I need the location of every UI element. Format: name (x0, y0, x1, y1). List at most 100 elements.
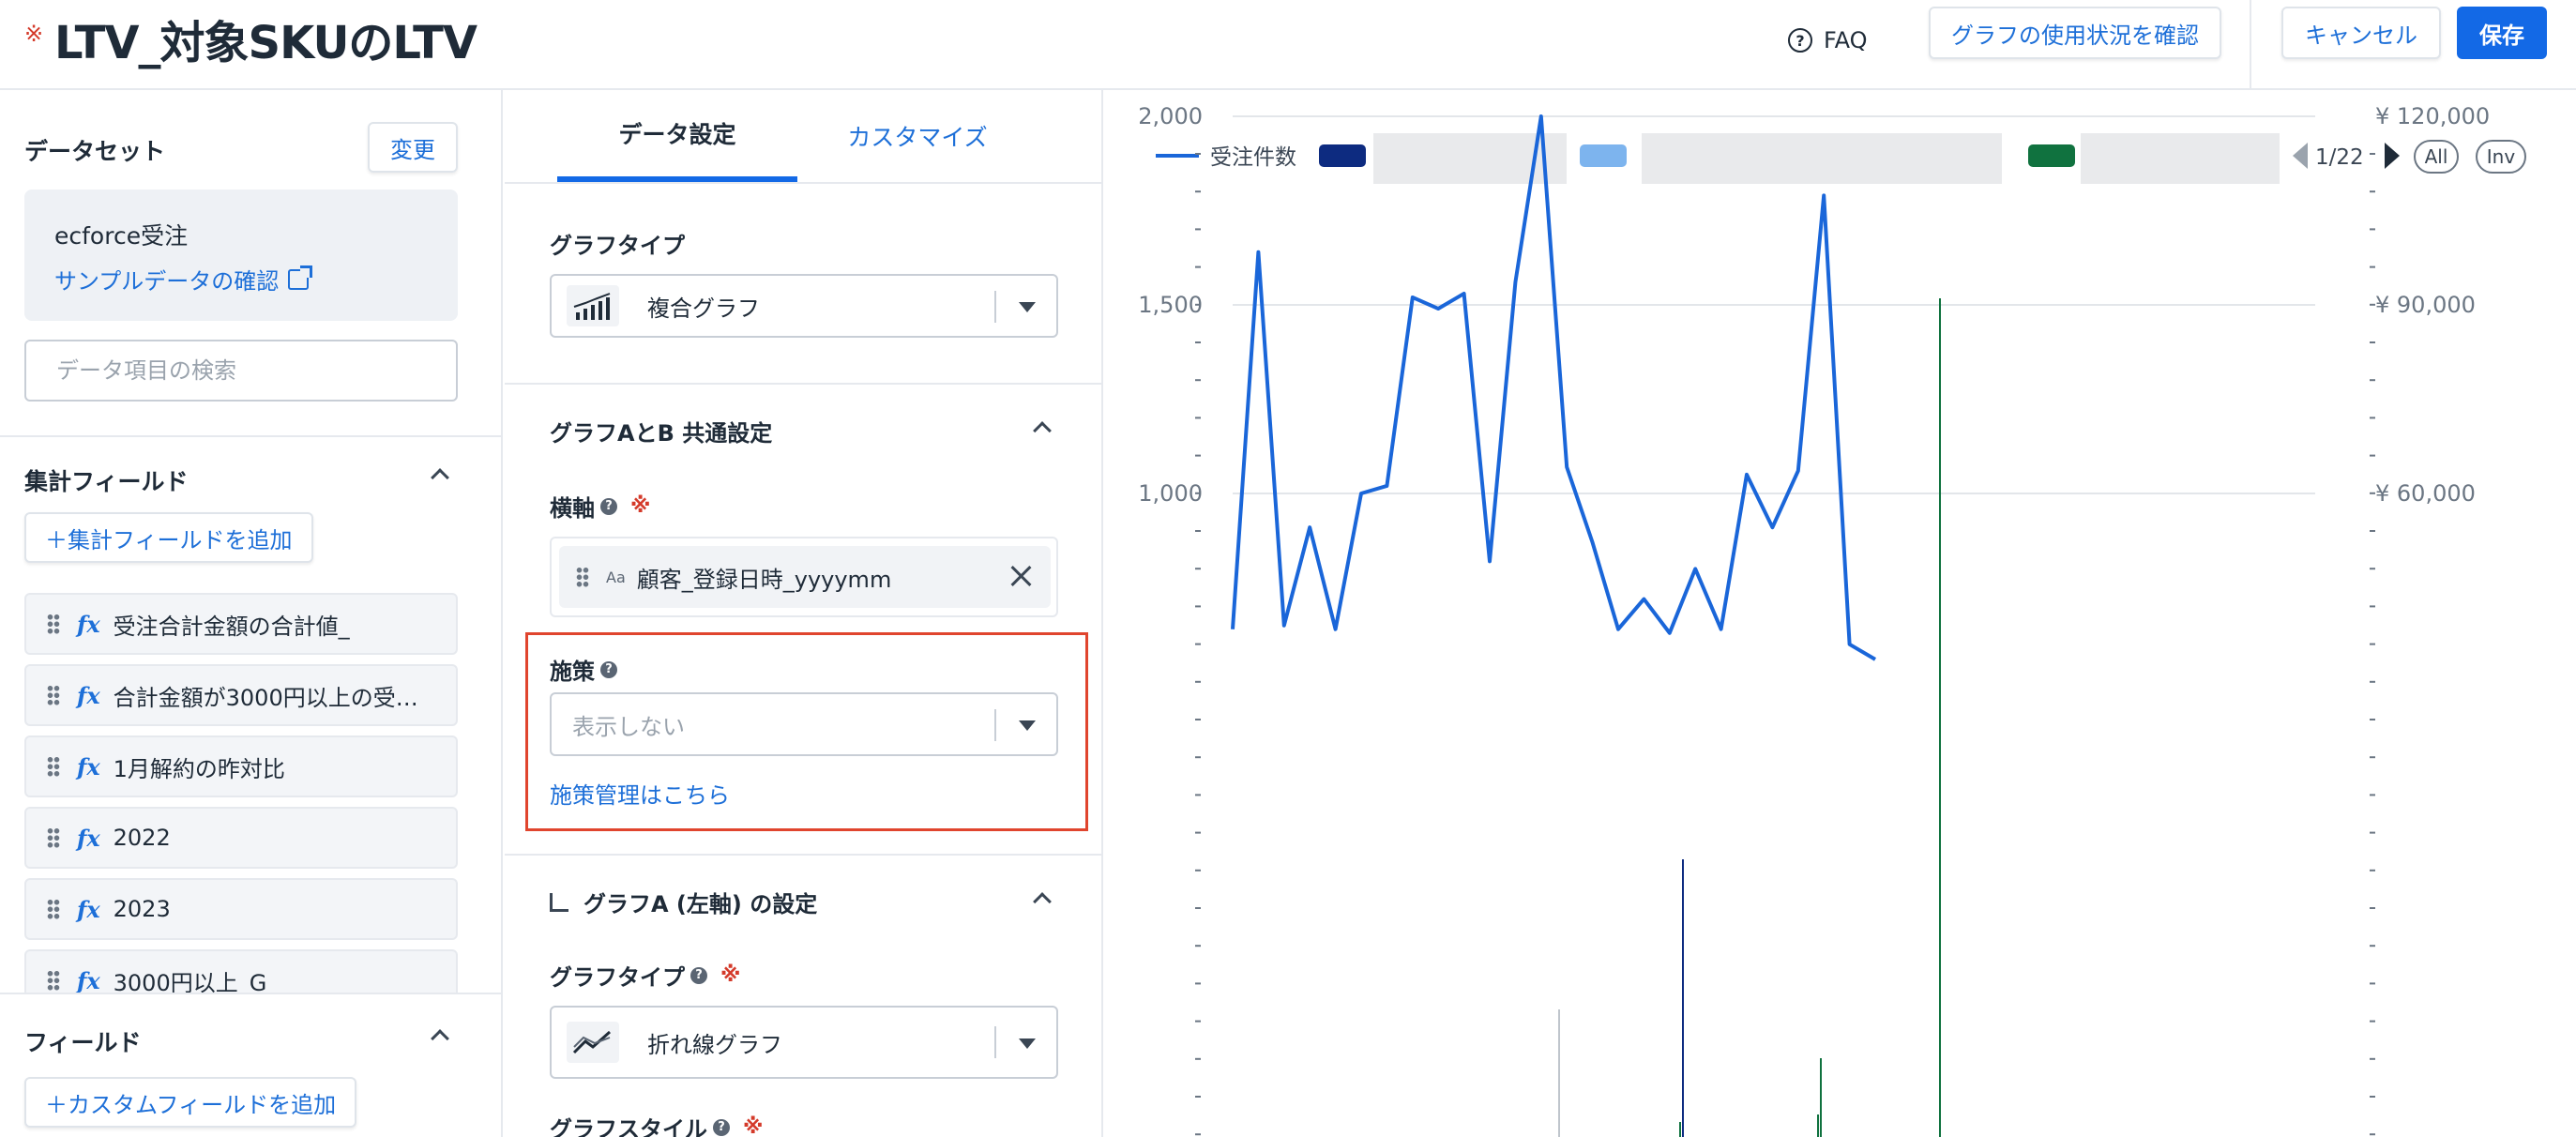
chart-axes: 2,000 ¥ 120,000 1,500 ¥ 90,000 1,000 ¥ 60,000 (1138, 103, 2490, 1136)
legend-pagination: 1/22 (2315, 145, 2364, 170)
legend-label[interactable]: 受注件数 (1210, 145, 1296, 170)
legend-swatch[interactable] (1319, 144, 1366, 167)
field-search-input[interactable] (24, 340, 458, 402)
divider (0, 435, 501, 437)
x-axis-label: 横軸 ? ※ (550, 490, 650, 523)
drag-handle-icon[interactable] (47, 827, 60, 848)
help-icon[interactable]: ? (600, 660, 617, 678)
legend-swatch[interactable] (1580, 144, 1627, 167)
field-label: 2022 (113, 825, 171, 851)
next-page-icon[interactable] (2385, 143, 2400, 169)
tab-data-settings[interactable]: データ設定 (557, 90, 797, 182)
left-axis-tick-label: 1,500 (1138, 292, 1203, 318)
right-axis-tick-label: ¥ 60,000 (2375, 480, 2476, 507)
help-icon[interactable]: ? (600, 497, 617, 515)
prev-page-icon[interactable] (2293, 143, 2308, 169)
chevron-up-icon[interactable] (1033, 892, 1052, 911)
drag-handle-icon[interactable] (47, 756, 60, 777)
policy-label: 施策 ? (550, 653, 617, 686)
close-icon[interactable] (1009, 565, 1032, 587)
select-divider (994, 1026, 996, 1058)
graph-type-value: 複合グラフ (647, 295, 760, 322)
select-divider (994, 709, 996, 741)
list-item[interactable]: fx 2022 (24, 807, 458, 869)
chevron-up-icon[interactable] (1033, 421, 1052, 440)
line-chart-icon (567, 1022, 619, 1063)
help-icon[interactable]: ? (690, 966, 707, 984)
chevron-up-icon[interactable] (431, 1029, 449, 1048)
series-line-受注件数 (1231, 114, 1877, 661)
policy-management-link[interactable]: 施策管理はこちら (550, 777, 730, 810)
bar-mark (1817, 1114, 1819, 1137)
chart-preview-panel: 受注件数 1/22 All Inv 2,000 ¥ 120,000 1,500 ¥ 9… (1105, 90, 2576, 1137)
text-type-icon: Aa (606, 568, 626, 586)
line-series (1231, 114, 1877, 661)
graph-a-settings-text: グラフA (左軸) の設定 (583, 891, 818, 917)
formula-icon: fx (77, 752, 100, 781)
drag-handle-icon[interactable] (47, 685, 60, 705)
add-aggregate-field-button[interactable]: ＋集計フィールドを追加 (24, 512, 313, 563)
field-label: 合計金額が3000円以上の受注件数 (113, 684, 432, 711)
header-divider (2250, 0, 2251, 90)
right-axis-tick-label: ¥ 120,000 (2375, 103, 2490, 129)
field-label: 受注合計金額の合計値_ (113, 613, 350, 640)
formula-icon: fx (77, 966, 100, 994)
required-mark: ※ (24, 21, 44, 47)
usage-button[interactable]: グラフの使用状況を確認 (1929, 7, 2221, 59)
list-item[interactable]: fx 1月解約の昨対比 (24, 735, 458, 797)
graph-style-label: グラフスタイル ? ※ (550, 1111, 763, 1137)
drag-handle-icon[interactable] (47, 614, 60, 634)
field-section-title: フィールド (24, 1029, 142, 1056)
list-item[interactable]: fx 受注合計金額の合計値_ (24, 593, 458, 655)
aggregate-section-title: 集計フィールド (24, 468, 189, 495)
drag-handle-icon[interactable] (47, 970, 60, 991)
policy-select[interactable]: 表示しない (550, 692, 1058, 756)
bar-mark (1820, 1058, 1822, 1137)
drag-handle-icon[interactable] (47, 899, 60, 919)
list-item[interactable]: fx 2023 (24, 878, 458, 940)
policy-label-text: 施策 (550, 659, 595, 685)
legend-swatch[interactable] (2028, 144, 2075, 167)
sample-data-link[interactable]: サンプルデータの確認 (54, 263, 313, 296)
graph-a-settings-title: グラフA (左軸) の設定 (550, 886, 817, 918)
right-axis-tick-label: ¥ 90,000 (2375, 292, 2476, 318)
faq-label: FAQ (1824, 27, 1868, 53)
page-header: ※ LTV_対象SKUのLTV ? FAQ グラフの使用状況を確認 キャンセル … (0, 0, 2576, 90)
graph-a-type-value: 折れ線グラフ (647, 1031, 782, 1058)
add-custom-field-button[interactable]: ＋カスタムフィールドを追加 (24, 1077, 357, 1128)
chevron-up-icon[interactable] (431, 468, 449, 487)
field-section: フィールド ＋カスタムフィールドを追加 (0, 993, 501, 1137)
list-item[interactable]: fx 合計金額が3000円以上の受注件数 (24, 664, 458, 726)
graph-type-select[interactable]: 複合グラフ (550, 274, 1058, 338)
settings-panel: データ設定 カスタマイズ グラフタイプ 複合グラフ グラフAとB 共通設定 横軸… (505, 90, 1103, 1137)
graph-a-type-select[interactable]: 折れ線グラフ (550, 1006, 1058, 1079)
change-dataset-button[interactable]: 変更 (368, 122, 458, 173)
graph-type-label: グラフタイプ (550, 233, 685, 259)
x-axis-field-chip[interactable]: Aa 顧客_登録日時_yyyymm (559, 546, 1051, 608)
caret-down-icon (1019, 302, 1036, 312)
all-button-label: All (2425, 145, 2448, 168)
drag-handle-icon[interactable] (576, 567, 589, 587)
caret-down-icon (1019, 720, 1036, 731)
tab-customize[interactable]: カスタマイズ (797, 90, 1038, 182)
select-divider (994, 291, 996, 323)
save-button[interactable]: 保存 (2457, 7, 2547, 59)
x-axis-dropzone[interactable]: Aa 顧客_登録日時_yyyymm (550, 537, 1058, 617)
dataset-name: ecforce受注 (54, 222, 189, 250)
legend-label-redacted (1642, 133, 2002, 184)
aggregate-field-list: fx 受注合計金額の合計値_ fx 合計金額が3000円以上の受注件数 fx 1… (24, 593, 458, 1021)
formula-icon: fx (77, 824, 100, 852)
divider (505, 383, 1101, 385)
x-axis-field-value: 顧客_登録日時_yyyymm (636, 566, 892, 593)
page-title[interactable]: LTV_対象SKUのLTV (54, 6, 477, 71)
faq-link[interactable]: ? FAQ (1788, 17, 1868, 64)
bar-mark (1682, 859, 1684, 1137)
graph-a-type-label: グラフタイプ ? ※ (550, 959, 740, 992)
divider (505, 854, 1101, 856)
cancel-button[interactable]: キャンセル (2281, 7, 2441, 59)
legend-label-redacted (2081, 133, 2280, 184)
sample-data-label: サンプルデータの確認 (54, 268, 280, 295)
caret-down-icon (1019, 1038, 1036, 1049)
help-icon[interactable]: ? (713, 1118, 730, 1136)
chart-legend: 受注件数 1/22 All Inv (1156, 133, 2526, 184)
